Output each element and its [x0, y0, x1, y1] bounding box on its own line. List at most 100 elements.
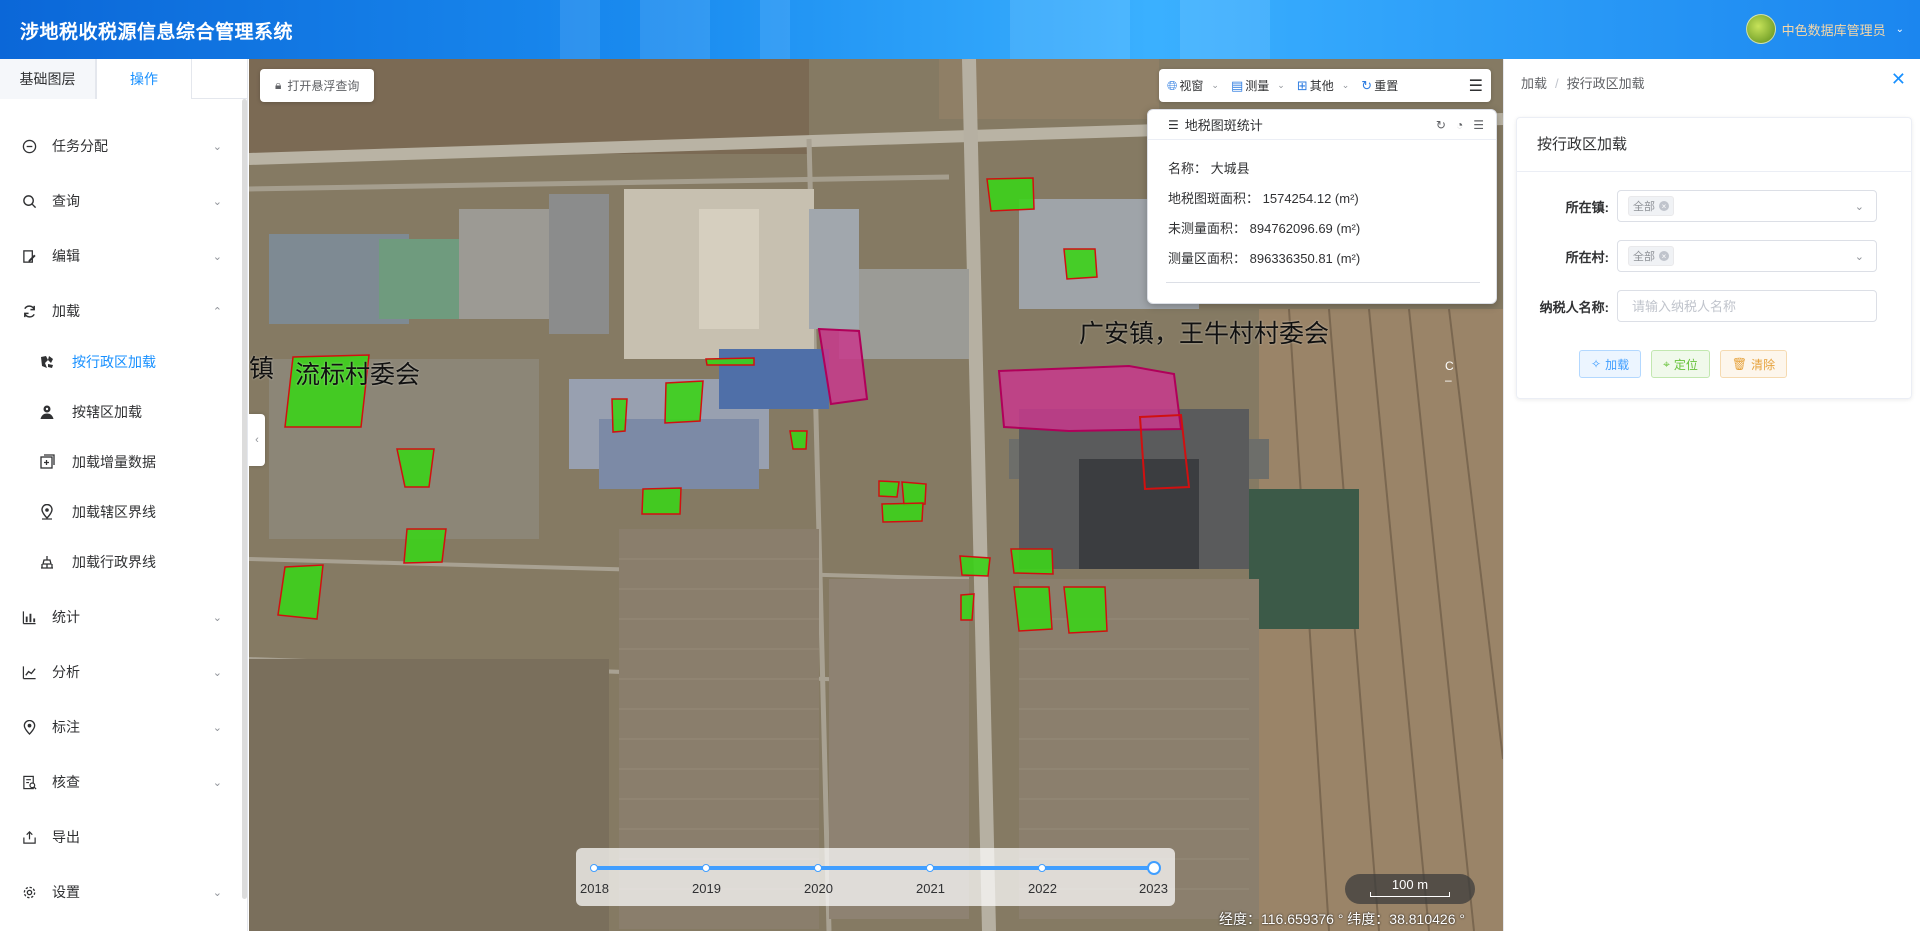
sidebar-collapse-handle[interactable]: ‹: [249, 414, 265, 466]
timeline-dot[interactable]: [702, 864, 710, 872]
village-row: 所在村: 全部 × ⌄: [1517, 240, 1913, 272]
tag-close-icon[interactable]: ×: [1659, 251, 1669, 261]
sidebar-item-analysis[interactable]: 分析 ⌄: [0, 647, 248, 697]
tag-close-icon[interactable]: ×: [1659, 201, 1669, 211]
map-view[interactable]: ‹ 🔒︎ 打开悬浮查询 镇 流标村委会 广安镇，王牛村村委会 🌐︎ 视窗 ⌄ ▤…: [249, 59, 1503, 931]
timeline-year[interactable]: 2018: [580, 881, 609, 896]
locate-button[interactable]: ⌖ 定位: [1651, 350, 1710, 378]
stat-value: 894762096.69 (m²): [1249, 221, 1361, 236]
breadcrumb-item[interactable]: 加载: [1521, 76, 1547, 91]
sidebar-subitem-incremental-load[interactable]: 加载增量数据: [0, 437, 248, 487]
sidebar-item-task[interactable]: 任务分配 ⌄: [0, 121, 248, 171]
menu-icon[interactable]: ☰: [1469, 76, 1483, 96]
refresh-icon[interactable]: ↻: [1436, 118, 1446, 132]
sidebar-item-statistics[interactable]: 统计 ⌄: [0, 592, 248, 642]
timeline-dot[interactable]: [1038, 864, 1046, 872]
toolbar-other[interactable]: ⊞ 其他 ⌄: [1297, 77, 1349, 94]
load-button[interactable]: ✧ 加载: [1579, 350, 1642, 378]
avatar: [1745, 14, 1776, 44]
app-title: 涉地税收税源信息综合管理系统: [20, 22, 294, 43]
sidebar-item-edit[interactable]: 编辑 ⌄: [0, 231, 248, 281]
taxpayer-name-input[interactable]: [1617, 290, 1877, 322]
timeline-year[interactable]: 2022: [1028, 881, 1057, 896]
timeline-year[interactable]: 2019: [692, 881, 721, 896]
timeline-dot[interactable]: [590, 864, 598, 872]
sliders-icon: ☰: [1168, 117, 1179, 132]
sidebar-subitem-admin-load[interactable]: 按行政区加载: [0, 337, 248, 387]
open-floating-query-button[interactable]: 🔒︎ 打开悬浮查询: [260, 69, 375, 102]
sidebar-item-label: 按行政区加载: [72, 354, 156, 370]
menu-icon[interactable]: ☰: [1473, 118, 1484, 132]
sidebar-item-label: 按辖区加载: [72, 404, 142, 420]
chevron-down-icon: ⌄: [212, 886, 222, 899]
town-label: 所在镇:: [1565, 199, 1609, 215]
timeline-dot[interactable]: [814, 864, 822, 872]
timeline-year[interactable]: 2020: [804, 881, 833, 896]
map-label-town-prefix: 镇: [249, 355, 275, 383]
clear-button[interactable]: 🗑︎ 清除: [1719, 350, 1788, 378]
reset-icon: ↻: [1361, 77, 1373, 93]
add-data-icon: [38, 453, 56, 471]
sidebar-item-export[interactable]: 导出: [0, 812, 248, 862]
stat-value: 1574254.12 (m²): [1262, 191, 1359, 206]
sidebar-item-annotation[interactable]: 标注 ⌄: [0, 702, 248, 752]
toolbar-reset[interactable]: ↻ 重置: [1361, 77, 1398, 94]
timeline-year[interactable]: 2023: [1139, 881, 1168, 896]
stats-panel-title: 地税图斑统计: [1184, 118, 1263, 133]
magic-wand-icon: ✧: [1591, 357, 1602, 371]
year-timeline[interactable]: 2018 2019 2020 2021 2022 2023: [576, 848, 1175, 906]
village-tag-text: 全部: [1633, 251, 1655, 263]
timeline-handle[interactable]: [1147, 861, 1161, 875]
pie-chart-icon[interactable]: ◔: [1456, 118, 1463, 132]
sidebar-item-label: 统计: [52, 609, 80, 625]
load-panel: 加载 / 按行政区加载 ✕ 按行政区加载 所在镇: 全部 × ⌄ 所在村: 全部 × ⌄…: [1503, 59, 1920, 931]
sidebar-item-query[interactable]: 查询 ⌄: [0, 176, 248, 226]
chevron-down-icon: ⌄: [212, 776, 222, 789]
tab-base-layers[interactable]: 基础图层: [0, 59, 96, 99]
sidebar-item-label: 标注: [52, 719, 80, 735]
sidebar: 基础图层 操作 任务分配 ⌄ 查询 ⌄ 编辑 ⌄ 加载 ⌃ 按行政区加载 按辖区…: [0, 59, 248, 931]
town-tag-text: 全部: [1633, 201, 1655, 213]
chevron-down-icon: ⌄: [1277, 80, 1285, 90]
open-floating-query-label: 打开悬浮查询: [287, 79, 360, 93]
sidebar-subitem-district-load[interactable]: 按辖区加载: [0, 387, 248, 437]
sidebar-item-label: 导出: [52, 829, 80, 845]
cursor-coordinates: 经度：116.659376 ° 纬度：38.810426 °: [1219, 911, 1465, 927]
chevron-down-icon: ⌄: [1895, 23, 1904, 35]
town-select[interactable]: 全部 × ⌄: [1617, 190, 1877, 222]
sidebar-item-label: 设置: [52, 884, 80, 900]
chevron-down-icon: ⌄: [212, 195, 222, 208]
sidebar-item-load[interactable]: 加载 ⌃: [0, 286, 248, 336]
toolbar-measure-label: 测量: [1245, 79, 1270, 93]
user-menu[interactable]: 中色数据库管理员 ⌄: [1745, 14, 1904, 44]
app-header: 涉地税收税源信息综合管理系统 中色数据库管理员 ⌄: [0, 0, 1920, 59]
tab-operations[interactable]: 操作: [96, 59, 192, 99]
village-tag: 全部 ×: [1628, 246, 1674, 266]
boundary-icon: [38, 553, 56, 571]
edit-icon: [20, 247, 38, 265]
timeline-dot[interactable]: [926, 864, 934, 872]
scale-bar: 100 m: [1345, 874, 1475, 904]
sidebar-item-settings[interactable]: 设置 ⌄: [0, 867, 248, 917]
sidebar-item-verify[interactable]: 核查 ⌄: [0, 757, 248, 807]
timeline-year[interactable]: 2021: [916, 881, 945, 896]
chevron-down-icon: ⌄: [212, 250, 222, 263]
village-select[interactable]: 全部 × ⌄: [1617, 240, 1877, 272]
timeline-track[interactable]: [594, 866, 1155, 870]
sidebar-subitem-district-boundary[interactable]: 加载辖区界线: [0, 487, 248, 537]
chevron-down-icon: ⌄: [1211, 80, 1219, 90]
sidebar-item-label: 加载行政界线: [72, 554, 156, 570]
sidebar-subitem-admin-boundary[interactable]: 加载行政界线: [0, 537, 248, 587]
sidebar-scrollbar[interactable]: [242, 99, 247, 899]
sidebar-item-label: 加载: [52, 303, 80, 319]
stat-row-unmeasured-area: 未测量面积： 894762096.69 (m²): [1168, 214, 1496, 244]
globe-icon: 🌐︎: [1167, 77, 1178, 93]
map-area-icon: [38, 353, 56, 371]
refresh-icon: [20, 302, 38, 320]
toolbar-measure[interactable]: ▤ 测量 ⌄: [1231, 77, 1285, 94]
stat-label: 测量区面积：: [1168, 251, 1247, 266]
town-tag: 全部 ×: [1628, 196, 1674, 216]
zoom-control[interactable]: C –: [1445, 359, 1454, 387]
toolbar-view[interactable]: 🌐︎ 视窗 ⌄: [1167, 77, 1219, 94]
close-icon[interactable]: ✕: [1891, 69, 1906, 90]
